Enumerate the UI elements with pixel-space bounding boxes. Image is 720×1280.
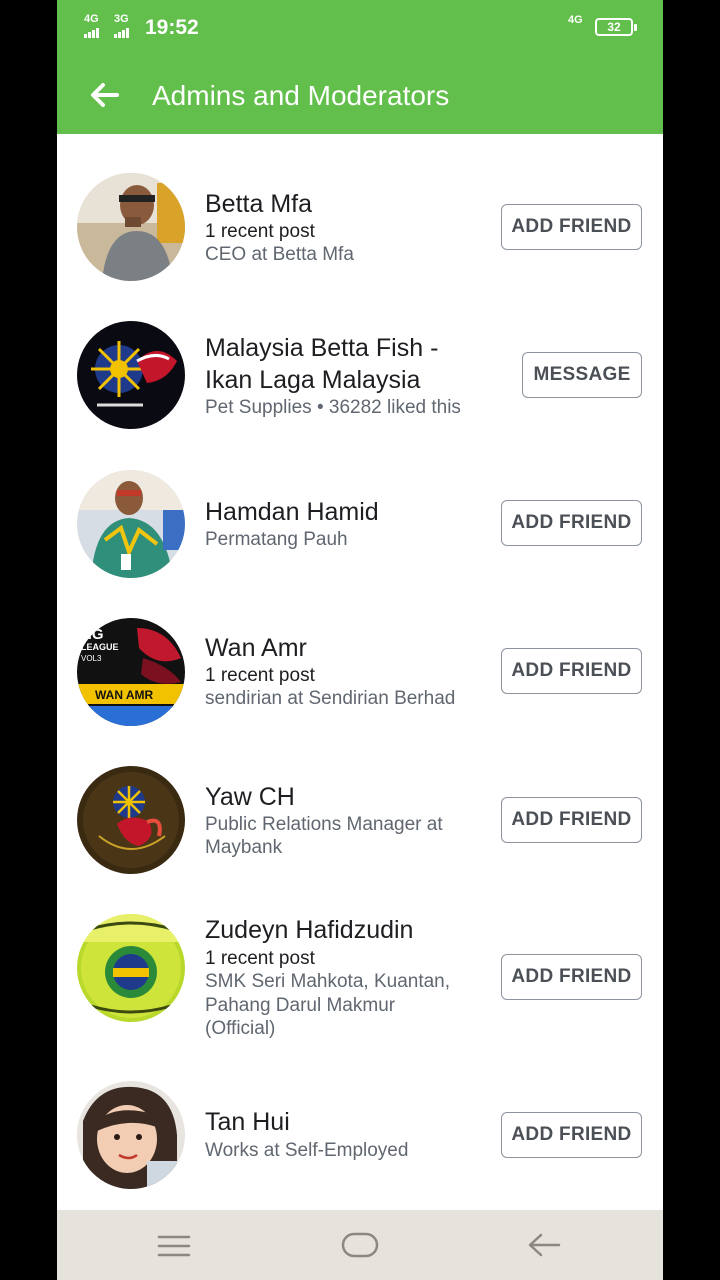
battery-icon: 32 <box>595 18 637 36</box>
avatar[interactable] <box>77 914 185 1022</box>
person-detail: 1 recent post <box>205 221 315 242</box>
person-name[interactable]: Betta Mfa <box>205 188 312 220</box>
signal-bars-icon <box>84 27 100 38</box>
add-friend-button[interactable]: ADD FRIEND <box>501 1112 642 1158</box>
list-item: Betta Mfa 1 recent post CEO at Betta Mfa… <box>57 134 663 304</box>
page-name-line1[interactable]: Malaysia Betta Fish - <box>205 332 438 364</box>
list-item: NG LEAGUE VOL3 WAN AMR Wan Amr 1 recent … <box>57 598 663 746</box>
list-item: Tan Hui Works at Self-Employed ADD FRIEN… <box>57 1066 663 1210</box>
page-detail: Pet Supplies • 36282 liked this <box>205 397 461 418</box>
person-detail: CEO at Betta Mfa <box>205 244 354 265</box>
person-detail: Works at Self-Employed <box>205 1140 409 1161</box>
signal-indicator-2: 3G <box>114 14 130 38</box>
person-name[interactable]: Zudeyn Hafidzudin <box>205 914 413 946</box>
network-indicator: 4G <box>568 14 583 26</box>
person-name[interactable]: Tan Hui <box>205 1106 290 1138</box>
person-detail: SMK Seri Mahkota, Kuantan, <box>205 971 451 992</box>
message-button[interactable]: MESSAGE <box>522 352 642 398</box>
avatar-text: VOL3 <box>81 654 102 663</box>
avatar[interactable] <box>77 321 185 429</box>
person-detail: 1 recent post <box>205 948 315 969</box>
add-friend-button[interactable]: ADD FRIEND <box>501 797 642 843</box>
avatar[interactable] <box>77 766 185 874</box>
page-title: Admins and Moderators <box>152 80 450 111</box>
add-friend-button[interactable]: ADD FRIEND <box>501 954 642 1000</box>
list-item: Hamdan Hamid Permatang Pauh ADD FRIEND <box>57 450 663 598</box>
back-icon[interactable] <box>527 1230 561 1260</box>
signal-indicator-1: 4G <box>84 14 100 38</box>
navigation-bar <box>57 1210 663 1280</box>
page-name-line2[interactable]: Ikan Laga Malaysia <box>205 364 420 396</box>
list-item: Malaysia Betta Fish - Ikan Laga Malaysia… <box>57 304 663 450</box>
person-detail: Pahang Darul Makmur <box>205 995 396 1016</box>
avatar-text: NG <box>81 626 104 643</box>
back-arrow-icon[interactable] <box>87 78 121 112</box>
person-detail: Public Relations Manager at <box>205 814 443 835</box>
person-detail: 1 recent post <box>205 665 315 686</box>
avatar-text: WAN AMR <box>95 688 154 702</box>
avatar-text: LEAGUE <box>81 642 119 652</box>
home-icon[interactable] <box>341 1230 379 1260</box>
person-name[interactable]: Yaw CH <box>205 781 295 813</box>
list-item: Zudeyn Hafidzudin 1 recent post SMK Seri… <box>57 896 663 1066</box>
signal-1-label: 4G <box>84 13 99 25</box>
person-detail: sendirian at Sendirian Berhad <box>205 688 456 709</box>
add-friend-button[interactable]: ADD FRIEND <box>501 500 642 546</box>
signal-2-label: 3G <box>114 13 129 25</box>
status-bar: 4G 3G 19:52 4G 32 <box>57 0 663 56</box>
avatar[interactable]: NG LEAGUE VOL3 WAN AMR <box>77 618 185 726</box>
list-item: Yaw CH Public Relations Manager at Mayba… <box>57 746 663 896</box>
add-friend-button[interactable]: ADD FRIEND <box>501 204 642 250</box>
avatar[interactable] <box>77 470 185 578</box>
menu-icon[interactable] <box>157 1232 191 1260</box>
person-detail: Permatang Pauh <box>205 529 348 550</box>
clock: 19:52 <box>145 16 199 39</box>
add-friend-button[interactable]: ADD FRIEND <box>501 648 642 694</box>
avatar[interactable] <box>77 173 185 281</box>
person-detail: Maybank <box>205 837 283 858</box>
app-bar: Admins and Moderators <box>57 56 663 134</box>
signal-bars-icon <box>114 27 130 38</box>
person-name[interactable]: Wan Amr <box>205 632 307 664</box>
avatar[interactable] <box>77 1081 185 1189</box>
phone-screen: 4G 3G 19:52 4G 32 Admins and Moderators <box>57 0 663 1280</box>
person-name[interactable]: Hamdan Hamid <box>205 496 379 528</box>
person-detail: (Official) <box>205 1018 276 1039</box>
